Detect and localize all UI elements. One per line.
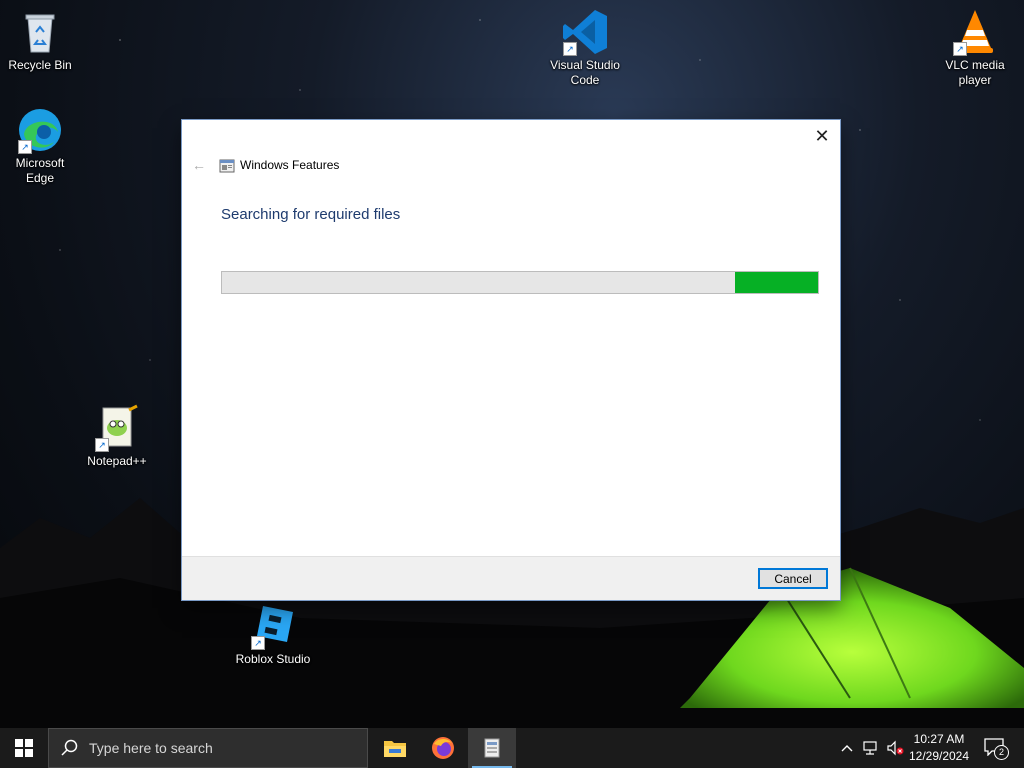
dialog-footer: Cancel	[182, 556, 840, 600]
notification-center-button[interactable]: 2	[980, 728, 1010, 768]
chevron-up-icon	[841, 745, 853, 752]
desktop-icon-edge[interactable]: ↗ Microsoft Edge	[0, 106, 80, 186]
cancel-button[interactable]: Cancel	[758, 568, 828, 589]
desktop-icon-vscode[interactable]: ↗ Visual Studio Code	[545, 8, 625, 88]
desktop-icon-label: Microsoft Edge	[15, 156, 65, 185]
desktop-icon-label: Notepad++	[87, 454, 147, 468]
desktop-icon-label: Recycle Bin	[8, 58, 72, 72]
vscode-icon: ↗	[561, 8, 609, 56]
start-button[interactable]	[0, 728, 48, 768]
windows-features-icon	[484, 738, 500, 758]
shortcut-arrow-icon: ↗	[563, 42, 577, 56]
notification-icon: 2	[984, 738, 1009, 760]
taskbar-windows-features[interactable]	[468, 728, 516, 768]
firefox-icon	[432, 737, 454, 759]
desktop-icon-roblox-studio[interactable]: ↗ Roblox Studio	[233, 602, 313, 667]
close-icon[interactable]: ✕	[812, 126, 832, 146]
taskbar-file-explorer[interactable]	[371, 728, 419, 768]
desktop-icon-vlc[interactable]: ↗ VLC media player	[935, 8, 1015, 88]
taskbar-clock[interactable]: 10:27 AM 12/29/2024	[898, 731, 980, 765]
desktop-icon-label: Visual Studio Code	[550, 58, 620, 87]
network-icon	[863, 741, 877, 755]
back-arrow-icon: ←	[192, 157, 206, 173]
desktop-icon-recycle-bin[interactable]: Recycle Bin	[0, 8, 80, 73]
clock-time: 10:27 AM	[913, 732, 965, 746]
taskbar-search-box[interactable]: Type here to search	[48, 728, 368, 768]
tray-network[interactable]	[860, 728, 882, 768]
recycle-bin-icon	[16, 8, 64, 56]
status-heading: Searching for required files	[221, 206, 401, 223]
file-explorer-icon	[384, 741, 406, 757]
desktop-icon-notepadpp[interactable]: ↗ Notepad++	[77, 404, 157, 469]
desktop: Recycle Bin ↗ Microsoft Edge ↗ Visual St…	[0, 0, 1024, 728]
windows-features-dialog: ✕ ← Windows Features Searching for requi…	[182, 120, 840, 600]
roblox-studio-icon: ↗	[249, 602, 297, 650]
progress-bar	[221, 271, 819, 294]
notepadpp-icon: ↗	[93, 404, 141, 452]
shortcut-arrow-icon: ↗	[18, 140, 32, 154]
desktop-icon-label: Roblox Studio	[235, 652, 311, 666]
windows-logo-icon	[15, 739, 33, 757]
taskbar-firefox[interactable]	[419, 728, 467, 768]
clock-date: 12/29/2024	[908, 749, 970, 763]
notification-count-badge: 2	[994, 745, 1009, 760]
shortcut-arrow-icon: ↗	[251, 636, 265, 650]
desktop-icon-label: VLC media player	[945, 58, 1005, 87]
vlc-icon: ↗	[951, 8, 999, 56]
windows-features-app-icon	[219, 159, 235, 173]
tray-show-hidden[interactable]	[838, 728, 856, 768]
progress-bar-fill	[734, 272, 818, 293]
search-icon	[61, 739, 78, 756]
shortcut-arrow-icon: ↗	[953, 42, 967, 56]
taskbar: Type here to search 10:27 AM 12/29/2024 …	[0, 728, 1024, 768]
shortcut-arrow-icon: ↗	[95, 438, 109, 452]
edge-icon: ↗	[16, 106, 64, 154]
dialog-title: Windows Features	[240, 158, 340, 172]
search-placeholder: Type here to search	[89, 740, 213, 756]
